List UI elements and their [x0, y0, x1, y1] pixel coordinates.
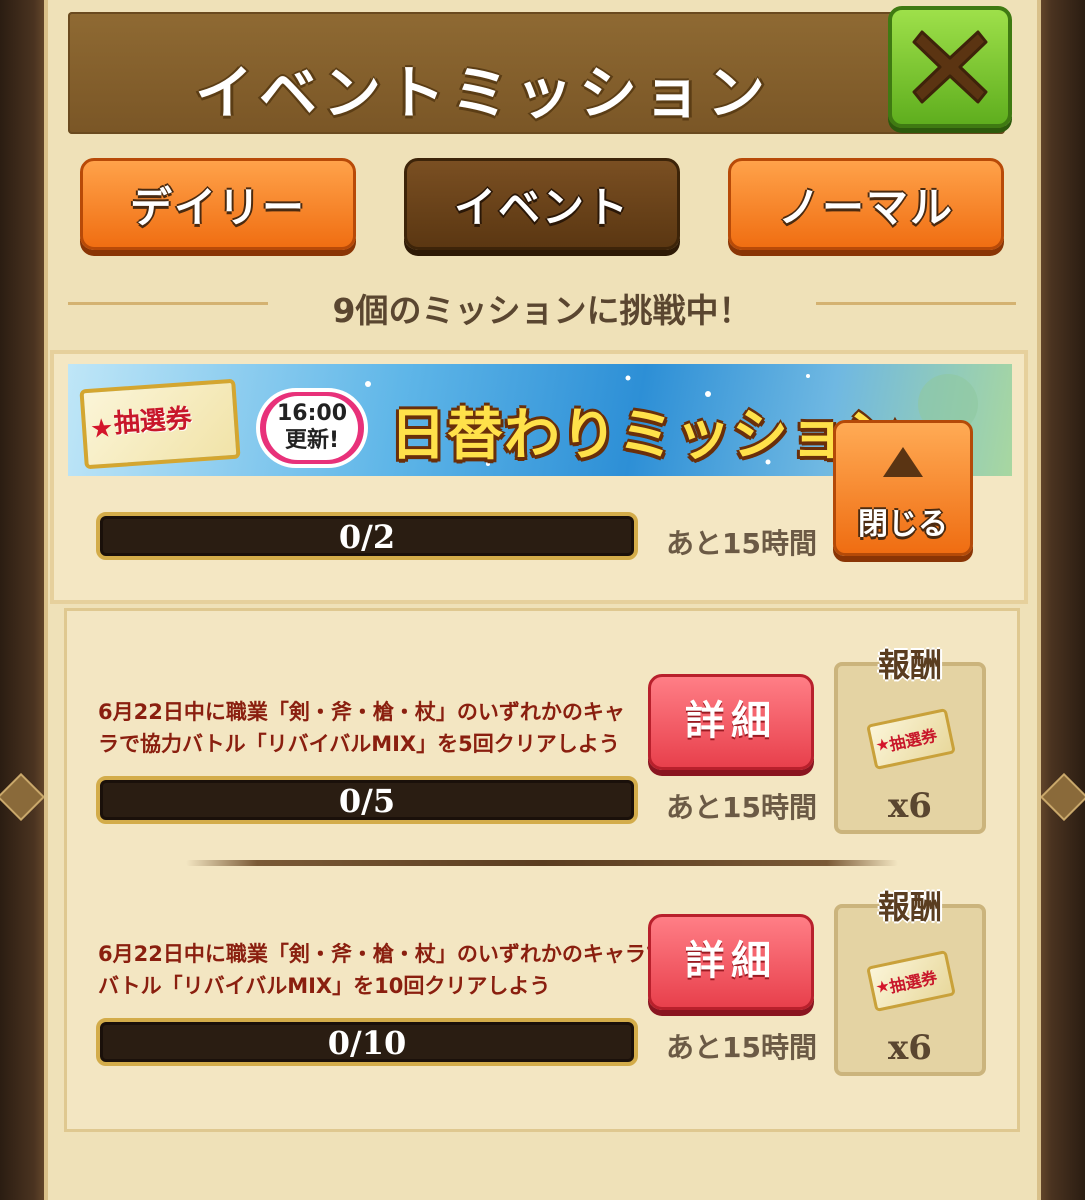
mission-1-desc-line-2: ラで協力バトル「リバイバルMIX」を5回クリアしよう [98, 732, 620, 756]
daily-progress-text: 0/2 [338, 518, 396, 556]
mission-1-time-remaining: あと15時間 [666, 791, 817, 824]
mission-count-banner: 9個のミッションに挑戦中！ [68, 274, 1016, 336]
mission-divider [186, 860, 898, 866]
mission-1-desc-line-1: 6月22日中に職業「剣・斧・槍・杖」のいずれかのキャ [98, 700, 625, 724]
update-time-badge: 16:00 更新! [256, 388, 368, 468]
collapse-button[interactable]: 閉じる [833, 420, 973, 556]
mission-2-desc-line-1: 6月22日中に職業「剣・斧・槍・杖」のいずれかのキャラで協力 [98, 942, 709, 966]
mission-1-reward-item: 抽選券 [887, 725, 939, 755]
right-frame [1037, 0, 1085, 1200]
mission-1-detail-button[interactable]: 詳細 [648, 674, 814, 770]
mission-count-text: 9個のミッションに挑戦中！ [332, 291, 752, 330]
mission-2-desc-line-2: バトル「リバイバルMIX」を10回クリアしよう [98, 974, 551, 998]
lottery-ticket: ★ 抽選券 [79, 378, 241, 470]
mission-2-reward-label: 報酬 [877, 888, 942, 926]
mission-1-reward: ★ 抽選券 x6 [834, 662, 986, 834]
mission-2-progress-text: 0/10 [327, 1024, 407, 1062]
left-frame [0, 0, 48, 1200]
mission-2-detail-button[interactable]: 詳細 [648, 914, 814, 1010]
close-icon [912, 30, 988, 104]
tab-daily-label: デイリー [129, 182, 306, 232]
collapse-label: 閉じる [858, 507, 948, 542]
mission-1-reward-label: 報酬 [877, 646, 942, 684]
mission-1-description: 6月22日中に職業「剣・斧・槍・杖」のいずれかのキャ ラで協力バトル「リバイバル… [98, 696, 625, 760]
mission-2-time-remaining: あと15時間 [666, 1031, 817, 1064]
tab-normal-label: ノーマル [777, 182, 954, 232]
mission-2-reward-item: 抽選券 [887, 967, 939, 997]
tab-event[interactable]: イベント [404, 158, 680, 250]
close-button[interactable] [888, 6, 1012, 128]
daily-progress-bar: 0/2 [96, 512, 638, 560]
update-time: 16:00 [276, 401, 348, 426]
update-badge-inner: 16:00 更新! [266, 396, 358, 460]
mission-1-progress-bar: 0/5 [96, 776, 638, 824]
ticket-label: 抽選券 [112, 403, 193, 440]
update-label: 更新! [284, 428, 340, 453]
daily-mission-title: 日替わりミッション [390, 403, 903, 468]
mission-2-reward: ★ 抽選券 x6 [834, 904, 986, 1076]
triangle-up-icon [883, 447, 923, 477]
mission-2-reward-ticket-icon: ★ 抽選券 [866, 949, 956, 1013]
mission-2-progress-bar: 0/10 [96, 1018, 638, 1066]
star-icon: ★ [89, 413, 115, 445]
header-bar: イベントミッション [68, 12, 1005, 134]
mission-1-progress-text: 0/5 [338, 782, 396, 820]
tab-normal[interactable]: ノーマル [728, 158, 1004, 250]
mission-screen: イベントミッション デイリー イベント ノーマル 9個のミッションに挑戦中！ ★… [0, 0, 1085, 1200]
tab-event-label: イベント [453, 182, 630, 232]
tab-daily[interactable]: デイリー [80, 158, 356, 250]
mission-2-reward-qty: x6 [888, 1028, 932, 1068]
mission-2-description: 6月22日中に職業「剣・斧・槍・杖」のいずれかのキャラで協力 バトル「リバイバル… [98, 938, 709, 1002]
mission-1-reward-qty: x6 [888, 786, 932, 826]
page-title: イベントミッション [194, 59, 771, 127]
daily-time-remaining: あと15時間 [666, 527, 817, 560]
mission-1-reward-ticket-icon: ★ 抽選券 [866, 707, 956, 771]
